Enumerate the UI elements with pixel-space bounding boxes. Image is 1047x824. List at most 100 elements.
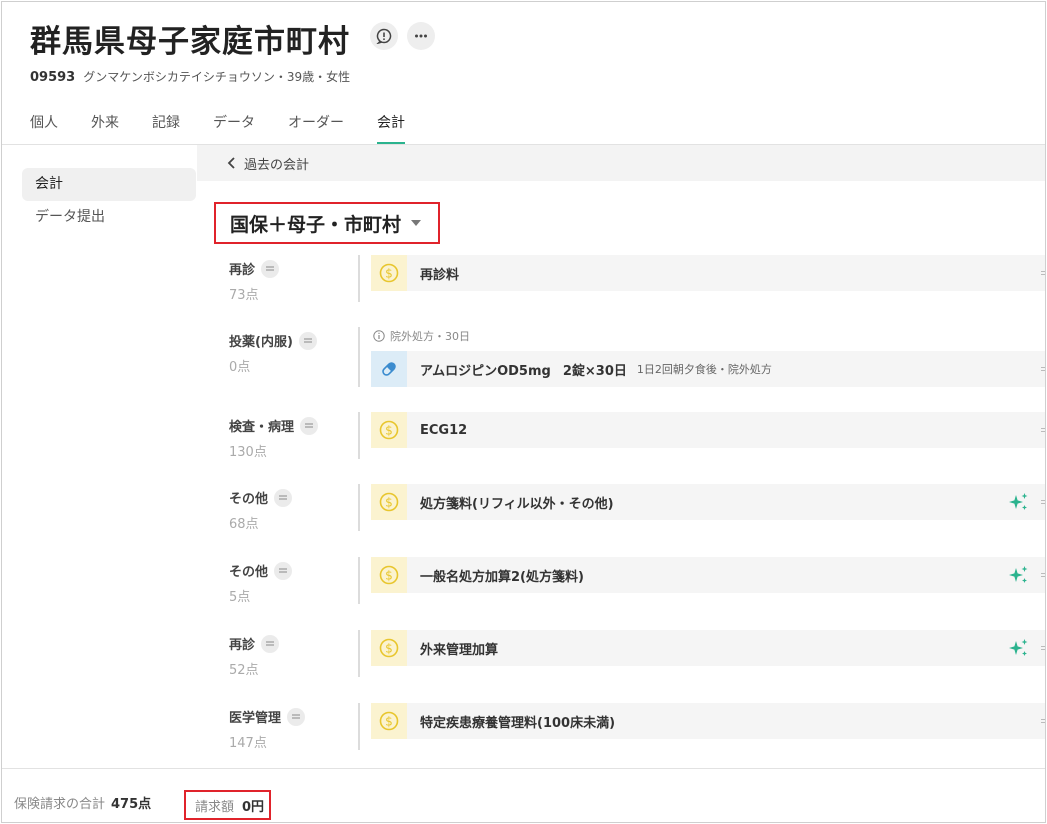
coin-icon: $ [371, 255, 407, 291]
drag-handle-icon[interactable] [1041, 428, 1045, 432]
item-quantity: 2錠×30日 [562, 363, 627, 379]
category-name: 投薬(内服) [229, 335, 293, 350]
equals-icon[interactable] [261, 634, 280, 653]
patient-subinfo: 09593 グンマケンボシカテイシチョウソン・39歳・女性 [30, 68, 350, 85]
coin-icon: $ [371, 703, 407, 739]
category-name: 検査・病理 [229, 420, 295, 435]
item-name: 外来管理加算 [420, 642, 499, 658]
section-divider [358, 327, 360, 387]
billing-item[interactable]: $ 外来管理加算 [371, 630, 1045, 666]
coin-icon: $ [371, 630, 407, 666]
svg-text:$: $ [385, 423, 393, 437]
item-name: ECG12 [420, 422, 468, 438]
patient-details: グンマケンボシカテイシチョウソン・39歳・女性 [83, 70, 351, 84]
billed-amount: 請求額 0円 [184, 790, 271, 820]
equals-icon[interactable] [300, 416, 319, 435]
sidebar-item-billing[interactable]: 会計 [22, 168, 196, 201]
equals-icon[interactable] [261, 259, 280, 278]
svg-text:$: $ [385, 714, 393, 728]
billing-item[interactable]: $ 特定疾患療養管理料(100床未満) [371, 703, 1045, 739]
tab-bar: 個人 外来 記録 データ オーダー 会計 [30, 112, 438, 144]
drag-handle-icon[interactable] [1041, 573, 1045, 577]
equals-icon[interactable] [274, 561, 293, 580]
tab-data[interactable]: データ [213, 112, 255, 144]
category-points: 5点 [229, 590, 251, 605]
item-name: アムロジピンOD5mg [420, 363, 551, 379]
billed-value: 0円 [242, 799, 265, 815]
billed-label: 請求額 [195, 799, 235, 815]
category-points: 0点 [229, 360, 251, 375]
alert-button[interactable] [370, 22, 398, 50]
category-points: 147点 [229, 736, 267, 751]
category-points: 73点 [229, 288, 259, 303]
category-points: 130点 [229, 445, 267, 460]
drag-handle-icon[interactable] [1041, 719, 1045, 723]
footer-divider [2, 768, 1045, 769]
more-button[interactable] [407, 22, 435, 50]
sidebar: 会計 データ提出 [22, 168, 196, 234]
info-text: 院外処方・30日 [390, 330, 470, 343]
insurance-label: 国保＋母子・市町村 [230, 213, 402, 236]
item-name: 一般名処方加算2(処方箋料) [420, 569, 584, 585]
insurance-total: 保険請求の合計 475点 [14, 793, 151, 812]
patient-name: 群馬県母子家庭市町村 [30, 24, 350, 60]
svg-text:$: $ [385, 266, 393, 280]
category-name: その他 [229, 492, 269, 507]
patient-id: 09593 [30, 70, 76, 85]
drag-handle-icon[interactable] [1041, 271, 1045, 275]
tab-outpatient[interactable]: 外来 [91, 112, 119, 144]
more-icon [415, 34, 427, 38]
category-name: 医学管理 [229, 711, 282, 726]
equals-icon[interactable] [274, 488, 293, 507]
coin-icon: $ [371, 412, 407, 448]
billing-item[interactable]: $ 処方箋料(リフィル以外・その他) [371, 484, 1045, 520]
pill-icon [371, 351, 407, 387]
equals-icon[interactable] [298, 331, 317, 350]
svg-text:$: $ [385, 495, 393, 509]
category-name: 再診 [229, 263, 256, 278]
sparkle-icon[interactable] [1009, 566, 1029, 584]
tab-personal[interactable]: 個人 [30, 112, 58, 144]
billing-panel: 過去の会計 国保＋母子・市町村 再診 73点 $ 再診料 投薬(内服) 0点 院… [197, 145, 1045, 764]
item-note: 1日2回朝夕食後・院外処方 [636, 363, 772, 376]
back-to-past-billing[interactable]: 過去の会計 [197, 145, 1045, 181]
section-divider [358, 557, 360, 604]
info-icon [373, 330, 385, 342]
sparkle-icon[interactable] [1009, 493, 1029, 511]
back-label: 過去の会計 [244, 157, 310, 173]
caret-down-icon [411, 220, 422, 226]
sidebar-item-data-submission[interactable]: データ提出 [22, 201, 196, 234]
svg-text:$: $ [385, 641, 393, 655]
billing-item[interactable]: $ ECG12 [371, 412, 1045, 448]
coin-icon: $ [371, 557, 407, 593]
total-value: 475点 [111, 797, 152, 812]
chevron-left-icon [227, 157, 235, 169]
tab-billing[interactable]: 会計 [377, 112, 405, 144]
category-name: その他 [229, 565, 269, 580]
item-name: 再診料 [420, 267, 460, 283]
drag-handle-icon[interactable] [1041, 646, 1045, 650]
tab-records[interactable]: 記録 [152, 112, 180, 144]
item-name: 特定疾患療養管理料(100床未満) [420, 715, 616, 731]
app-window: 群馬県母子家庭市町村 09593 グンマケンボシカテイシチョウソン・39歳・女性 … [1, 1, 1046, 823]
section-divider [358, 412, 360, 459]
billing-item[interactable]: アムロジピンOD5mg 2錠×30日 1日2回朝夕食後・院外処方 [371, 351, 1045, 387]
category-name: 再診 [229, 638, 256, 653]
billing-item[interactable]: $ 一般名処方加算2(処方箋料) [371, 557, 1045, 593]
item-name: 処方箋料(リフィル以外・その他) [420, 496, 614, 512]
section-divider [358, 703, 360, 750]
category-points: 52点 [229, 663, 259, 678]
tab-orders[interactable]: オーダー [288, 112, 344, 144]
drag-handle-icon[interactable] [1041, 367, 1045, 371]
equals-icon[interactable] [287, 707, 306, 726]
drag-handle-icon[interactable] [1041, 500, 1045, 504]
category-points: 68点 [229, 517, 259, 532]
billing-item[interactable]: $ 再診料 [371, 255, 1045, 291]
svg-text:$: $ [385, 568, 393, 582]
sparkle-icon[interactable] [1009, 639, 1029, 657]
section-divider [358, 255, 360, 302]
insurance-selector[interactable]: 国保＋母子・市町村 [214, 202, 440, 244]
prescription-info: 院外処方・30日 [373, 328, 470, 344]
alert-icon [376, 28, 392, 44]
section-divider [358, 630, 360, 677]
